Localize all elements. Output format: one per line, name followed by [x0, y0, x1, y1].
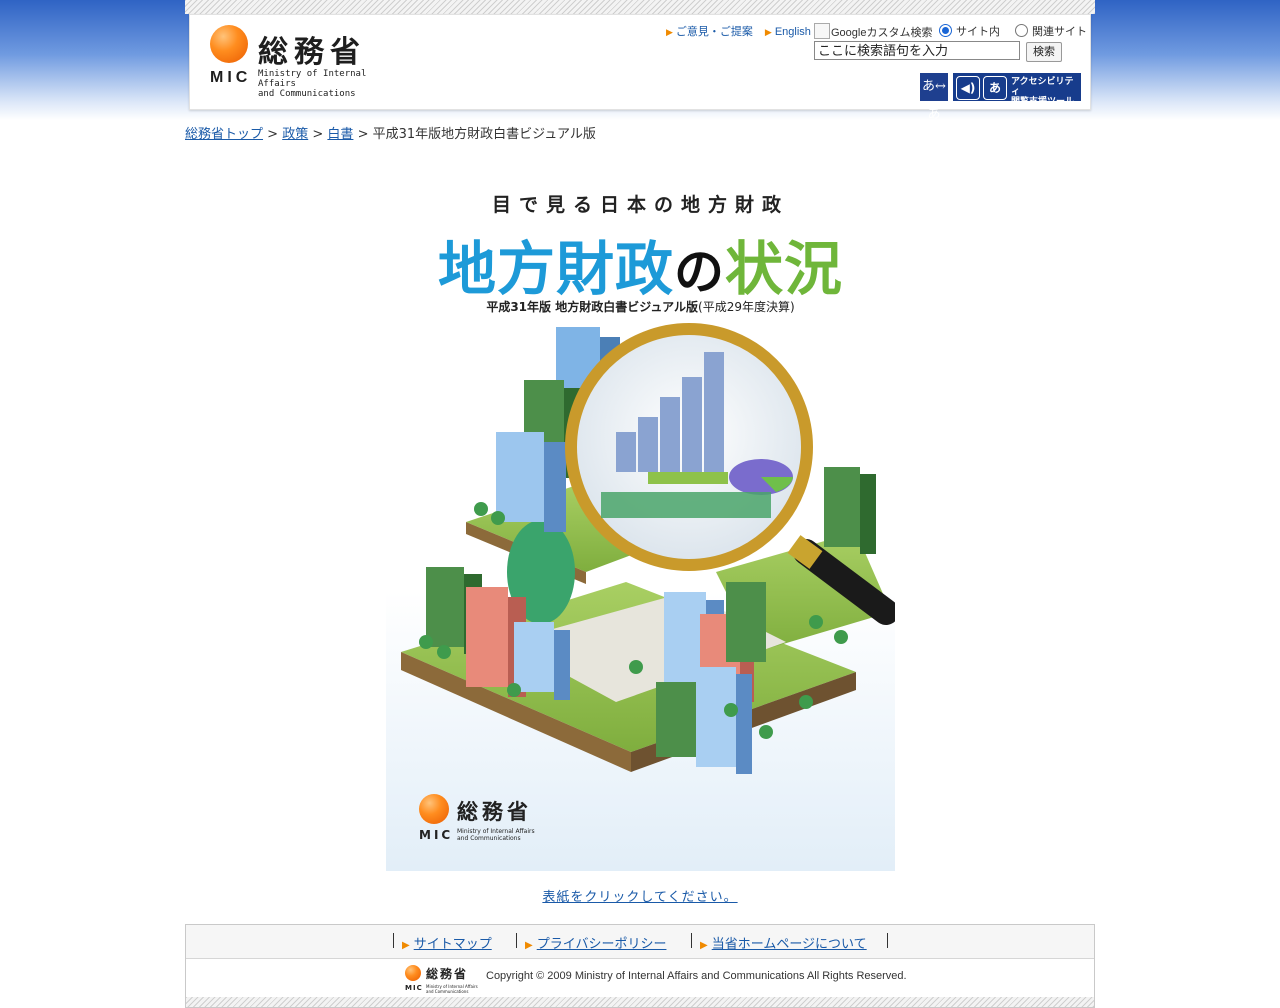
radio-related-option[interactable]: 関連サイト [1015, 23, 1087, 39]
breadcrumb-link-whitepaper[interactable]: 白書 [327, 127, 353, 142]
opinion-link-label: ご意見・ご提案 [675, 26, 753, 38]
google-search-label: Googleカスタム検索 [831, 27, 933, 39]
opinion-link[interactable]: ▶ ご意見・ご提案 [666, 26, 753, 38]
accessibility-tool-label-line1: アクセシビリティ [1011, 77, 1074, 97]
cover-title: 地方財政の状況 [386, 222, 895, 306]
radio-site-option[interactable]: サイト内 [939, 23, 1000, 39]
footer-logo-english: Ministry of Internal Affairs and Communi… [426, 984, 478, 994]
radio-site-label: サイト内 [956, 26, 1000, 38]
logo-english-line2: and Communications [258, 89, 356, 99]
site-footer: ▶ サイトマップ ▶ プライバシーポリシー ▶ 当省ホームページについて 総務省 MI… [185, 924, 1095, 1008]
cover-logo-english: Ministry of Internal Affairs and Communi… [457, 828, 535, 842]
logo-english-line1: Ministry of Internal Affairs [258, 69, 367, 89]
arrow-right-icon: ▶ [666, 27, 673, 37]
footer-nav: ▶ サイトマップ ▶ プライバシーポリシー ▶ 当省ホームページについて [186, 925, 1094, 959]
footer-logo-mic: MIC [405, 984, 423, 992]
cover-mic-logo: 総務省 MIC Ministry of Internal Affairs and… [419, 792, 549, 844]
cover-edition: 平成31年版 地方財政白書ビジュアル版(平成29年度決算) [386, 298, 895, 315]
breadcrumb: 総務省トップ > 政策 > 白書 > 平成31年版地方財政白書ビジュアル版 [185, 123, 596, 142]
accessibility-tool-label-line2: 閲覧支援ツール [1011, 97, 1075, 107]
cover-title-part2: の [674, 243, 725, 301]
footer-link-sitemap[interactable]: ▶ サイトマップ [402, 933, 492, 952]
logo-kanji: 総務省 [258, 35, 366, 70]
speaker-icon: ◀) [956, 76, 980, 100]
search-input[interactable]: ここに検索語句を入力 [814, 41, 1020, 60]
hiragana-a-icon: あ [983, 76, 1007, 100]
footer-nav-separator [393, 933, 394, 948]
footer-logo-english-line2: and Communications [426, 989, 469, 994]
footer-nav-separator [887, 933, 888, 948]
breadcrumb-separator: > [357, 127, 369, 142]
radio-related[interactable] [1015, 24, 1028, 37]
logo-english: Ministry of Internal Affairs and Communi… [258, 69, 400, 99]
arrow-right-icon: ▶ [764, 27, 772, 37]
footer-copyright-row: 総務省 MIC Ministry of Internal Affairs and… [186, 959, 1094, 995]
cover-logo-english-line1: Ministry of Internal Affairs [457, 828, 535, 835]
footer-link-about-label: 当省ホームページについて [711, 937, 867, 952]
google-custom-search-image: Googleカスタム検索 [814, 23, 932, 40]
footer-link-sitemap-label: サイトマップ [413, 937, 492, 952]
radio-related-label: 関連サイト [1032, 26, 1087, 38]
logo-mic: MIC [210, 69, 252, 86]
font-size-tool-button[interactable]: あ↔あ [920, 73, 948, 122]
cover-logo-mic: MIC [419, 828, 454, 842]
header-links: ▶ ご意見・ご提案 ▶ English [666, 23, 823, 39]
breadcrumb-separator: > [312, 127, 324, 142]
footer-link-privacy[interactable]: ▶ プライバシーポリシー [525, 933, 666, 952]
click-cover-link[interactable]: 表紙をクリックしてください。 [185, 886, 1095, 905]
breadcrumb-link-policy[interactable]: 政策 [282, 127, 308, 142]
breadcrumb-current: 平成31年版地方財政白書ビジュアル版 [372, 127, 596, 142]
search-button[interactable]: 検索 [1026, 42, 1062, 62]
mic-orange-ball-icon [405, 965, 421, 981]
accessibility-tool-button[interactable]: ◀) あ アクセシビリティ 閲覧支援ツール [953, 73, 1081, 107]
cover-logo-english-line2: and Communications [457, 835, 521, 842]
footer-nav-separator [691, 933, 692, 948]
mic-orange-ball-icon [419, 794, 449, 824]
mic-orange-ball-icon [210, 25, 248, 63]
header-stripe [185, 0, 1095, 14]
cover-title-part1: 地方財政 [437, 235, 674, 303]
footer-stripe [186, 997, 1094, 1007]
cover-subtitle: 目で見る日本の地方財政 [491, 194, 789, 216]
accessibility-tool-label: アクセシビリティ 閲覧支援ツール [1011, 77, 1081, 107]
english-link[interactable]: ▶ English [765, 26, 811, 38]
site-header: 総務省 MIC Ministry of Internal Affairs and… [189, 14, 1091, 122]
footer-nav-separator [516, 933, 517, 948]
cover-image-link[interactable]: 目で見る日本の地方財政 地方財政の状況 平成31年版 地方財政白書ビジュアル版(… [386, 170, 895, 871]
english-link-label: English [774, 26, 811, 38]
mic-logo[interactable]: 総務省 MIC Ministry of Internal Affairs and… [210, 25, 400, 99]
arrow-right-icon: ▶ [700, 940, 708, 951]
broken-image-icon [814, 23, 830, 39]
copyright-text: Copyright © 2009 Ministry of Internal Af… [486, 970, 907, 982]
footer-link-about[interactable]: ▶ 当省ホームページについて [700, 933, 867, 952]
cover-logo-kanji: 総務省 [457, 799, 532, 824]
footer-link-privacy-label: プライバシーポリシー [536, 937, 667, 952]
breadcrumb-link-top[interactable]: 総務省トップ [185, 127, 263, 142]
cover-title-part3: 状況 [725, 235, 844, 303]
footer-logo-kanji: 総務省 [426, 967, 469, 981]
cover-edition-note: (平成29年度決算) [698, 300, 795, 314]
breadcrumb-separator: > [267, 127, 279, 142]
arrow-right-icon: ▶ [402, 940, 410, 951]
arrow-right-icon: ▶ [525, 940, 533, 951]
footer-mic-logo: 総務省 MIC Ministry of Internal Affairs and… [405, 965, 485, 994]
cover-edition-main: 平成31年版 地方財政白書ビジュアル版 [486, 300, 699, 314]
city-magnifier-illustration [401, 323, 895, 774]
radio-site[interactable] [939, 24, 952, 37]
